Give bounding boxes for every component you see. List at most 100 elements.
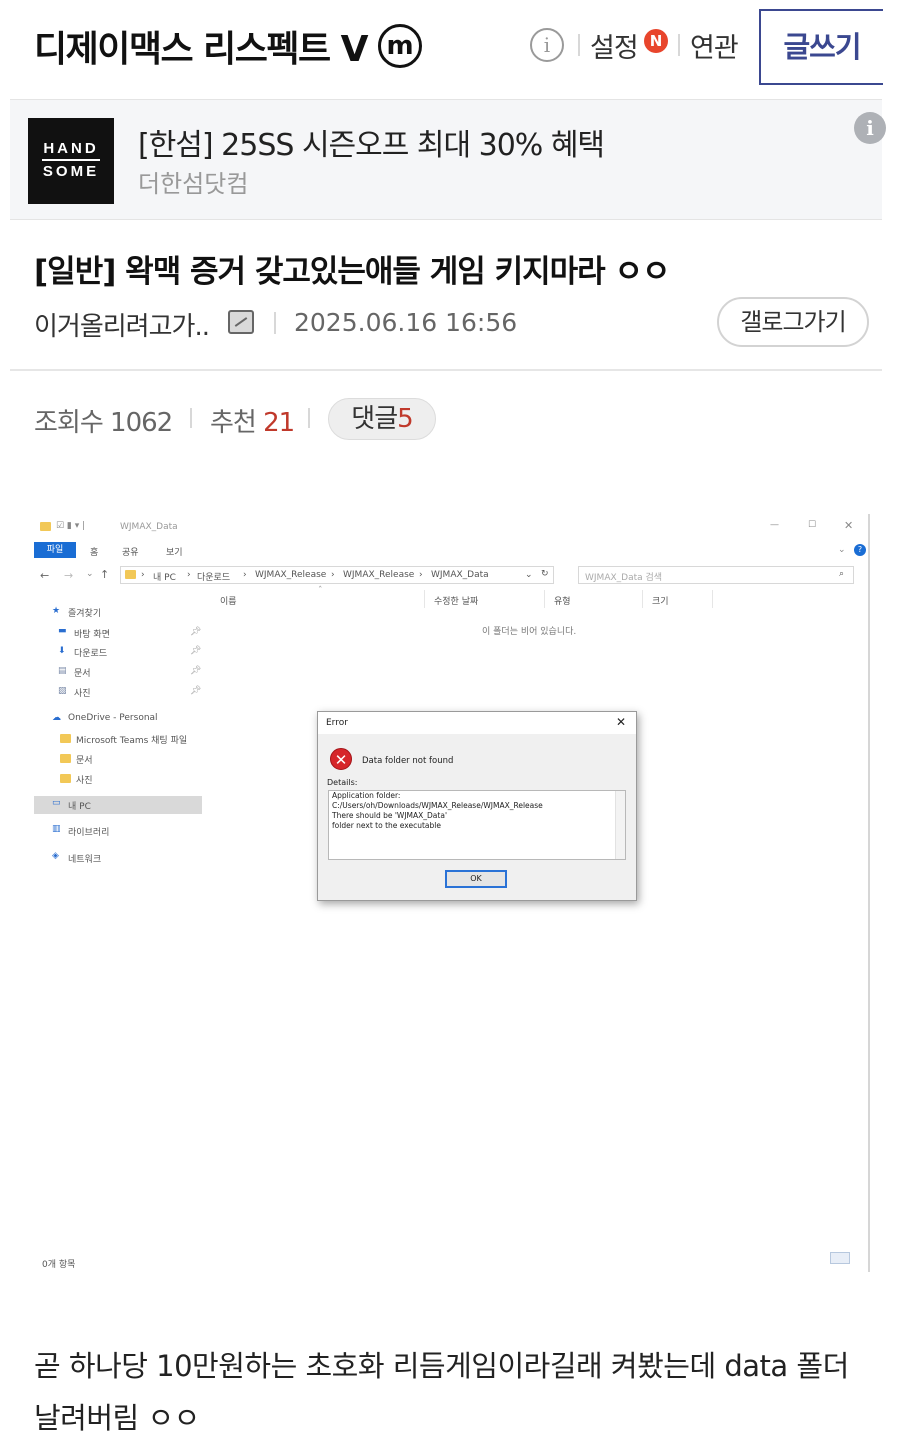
info-icon[interactable]: i xyxy=(530,28,564,62)
column-size[interactable]: 크기 xyxy=(652,594,669,607)
error-icon: ✕ xyxy=(330,748,352,770)
address-separator: › xyxy=(419,570,423,580)
folder-icon xyxy=(60,754,71,763)
dialog-title: Error xyxy=(326,718,348,728)
nav-quick-access[interactable]: 즐겨찾기 xyxy=(68,606,101,619)
ad-source: 더한섬닷컴 xyxy=(138,170,249,198)
quick-access-toolbar: ☑ ▮ ▾ | xyxy=(56,521,86,531)
refresh-icon[interactable]: ↻ xyxy=(541,569,549,579)
breadcrumb-data[interactable]: WJMAX_Data xyxy=(431,570,489,580)
close-icon[interactable]: ✕ xyxy=(844,519,853,532)
nav-downloads[interactable]: 다운로드 xyxy=(74,646,107,659)
column-modified[interactable]: 수정한 날짜 xyxy=(434,594,478,607)
gallery-title[interactable]: 디제이맥스 리스펙트 V xyxy=(34,20,369,72)
pin-icon[interactable]: 📌︎ xyxy=(190,646,201,656)
view-count: 조회수 1062 xyxy=(34,408,173,438)
ribbon-expand-icon[interactable]: ⌄ xyxy=(838,545,846,555)
nav-od-documents[interactable]: 문서 xyxy=(76,753,93,766)
ribbon-tab-view[interactable]: 보기 xyxy=(166,545,183,558)
nav-this-pc[interactable]: 내 PC xyxy=(68,799,91,812)
address-separator: › xyxy=(331,570,335,580)
nav-desktop[interactable]: 바탕 화면 xyxy=(74,627,110,640)
nav-pictures[interactable]: 사진 xyxy=(74,686,91,699)
back-arrow-icon[interactable]: ← xyxy=(40,569,49,582)
dialog-details-label: Details: xyxy=(327,778,358,787)
column-name[interactable]: 이름 xyxy=(220,594,237,607)
gallery-header: 디제이맥스 리스펙트 V m i 설정 N 연관 글쓰기 xyxy=(0,0,900,96)
folder-icon xyxy=(60,774,71,783)
ribbon-tab-share[interactable]: 공유 xyxy=(122,545,139,558)
divider xyxy=(190,408,192,428)
nav-documents[interactable]: 문서 xyxy=(74,666,91,679)
related-link[interactable]: 연관 xyxy=(690,26,739,65)
forward-arrow-icon[interactable]: → xyxy=(64,569,73,582)
column-type[interactable]: 유형 xyxy=(554,594,571,607)
library-icon: ▥ xyxy=(52,824,61,834)
breadcrumb-release-1[interactable]: WJMAX_Release xyxy=(255,570,326,580)
folder-icon xyxy=(60,734,71,743)
window-title: WJMAX_Data xyxy=(120,522,178,532)
pc-icon: ▭ xyxy=(52,798,61,808)
detail-line: There should be 'WJMAX_Data' xyxy=(332,811,448,820)
divider xyxy=(578,34,580,56)
ad-info-icon[interactable]: i xyxy=(854,112,886,144)
post-author[interactable]: 이거올리려고가.. xyxy=(34,306,210,343)
search-placeholder: WJMAX_Data 검색 xyxy=(585,573,663,583)
breadcrumb-release-2[interactable]: WJMAX_Release xyxy=(343,570,414,580)
recent-chevron-icon[interactable]: ⌄ xyxy=(86,569,94,579)
breadcrumb-downloads[interactable]: 다운로드 xyxy=(197,570,230,583)
ok-button[interactable]: OK xyxy=(445,870,507,888)
write-button[interactable]: 글쓰기 xyxy=(759,9,883,85)
divider xyxy=(274,312,276,334)
post-title: [일반] 왁맥 증거 갖고있는애들 게임 키지마라 ㅇㅇ xyxy=(34,254,670,290)
dialog-details-box[interactable]: Application folder: C:/Users/oh/Download… xyxy=(328,790,626,860)
nav-onedrive[interactable]: OneDrive - Personal xyxy=(68,713,158,723)
detail-line: folder next to the executable xyxy=(332,821,441,830)
view-toggle-icon[interactable] xyxy=(830,1252,850,1264)
detail-line: C:/Users/oh/Downloads/WJMAX_Release/WJMA… xyxy=(332,801,543,810)
breadcrumb-this-pc[interactable]: 내 PC xyxy=(153,570,176,583)
post-image-explorer-screenshot: ☑ ▮ ▾ | WJMAX_Data — ☐ ✕ 파일 홈 공유 보기 ⌄ ? … xyxy=(34,514,870,1272)
ribbon-tab-home[interactable]: 홈 xyxy=(90,545,98,558)
ad-banner[interactable]: HAND SOME [한섬] 25SS 시즌오프 최대 30% 혜택 더한섬닷컴… xyxy=(10,99,886,220)
address-bar[interactable]: › 내 PC › 다운로드 › WJMAX_Release › WJMAX_Re… xyxy=(120,566,554,584)
download-icon: ⬇ xyxy=(58,646,66,656)
ribbon-tab-file[interactable]: 파일 xyxy=(34,542,76,558)
nav-libraries[interactable]: 라이브러리 xyxy=(68,825,109,838)
dialog-titlebar xyxy=(318,712,636,734)
help-icon[interactable]: ? xyxy=(854,544,866,556)
column-divider xyxy=(712,590,713,608)
column-divider xyxy=(424,590,425,608)
folder-icon xyxy=(40,522,51,531)
network-icon: ◈ xyxy=(52,851,59,861)
new-badge: N xyxy=(644,29,668,53)
search-icon: ⌕ xyxy=(839,569,845,579)
nav-od-pictures[interactable]: 사진 xyxy=(76,773,93,786)
pin-icon[interactable]: 📌︎ xyxy=(190,686,201,696)
pin-icon[interactable]: 📌︎ xyxy=(190,627,201,637)
divider xyxy=(308,408,310,428)
address-dropdown-icon[interactable]: ⌄ xyxy=(525,570,533,580)
cloud-icon: ☁ xyxy=(52,713,61,723)
search-input[interactable]: WJMAX_Data 검색 ⌕ xyxy=(578,566,854,584)
address-separator: › xyxy=(141,570,145,580)
maximize-icon[interactable]: ☐ xyxy=(808,520,816,530)
pin-icon[interactable]: 📌︎ xyxy=(190,666,201,676)
column-divider xyxy=(544,590,545,608)
dialog-close-icon[interactable]: ✕ xyxy=(616,715,626,729)
settings-link[interactable]: 설정 xyxy=(590,26,639,65)
ad-title[interactable]: [한섬] 25SS 시즌오프 최대 30% 혜택 xyxy=(138,120,605,164)
minimize-icon[interactable]: — xyxy=(770,520,779,530)
comment-button[interactable]: 댓글5 xyxy=(328,398,436,440)
pictures-icon: ▧ xyxy=(58,686,67,696)
nav-teams-files[interactable]: Microsoft Teams 채팅 파일 xyxy=(76,733,187,746)
star-icon: ★ xyxy=(52,606,61,616)
up-arrow-icon[interactable]: ↑ xyxy=(100,568,109,581)
recommend-count: 추천 21 xyxy=(210,408,295,438)
nav-network[interactable]: 네트워크 xyxy=(68,852,101,865)
details-scrollbar[interactable] xyxy=(615,791,625,859)
gallog-button[interactable]: 갤로그가기 xyxy=(717,297,869,347)
fixed-nick-icon xyxy=(228,310,254,334)
section-divider xyxy=(10,369,882,371)
dialog-message: Data folder not found xyxy=(362,756,454,766)
